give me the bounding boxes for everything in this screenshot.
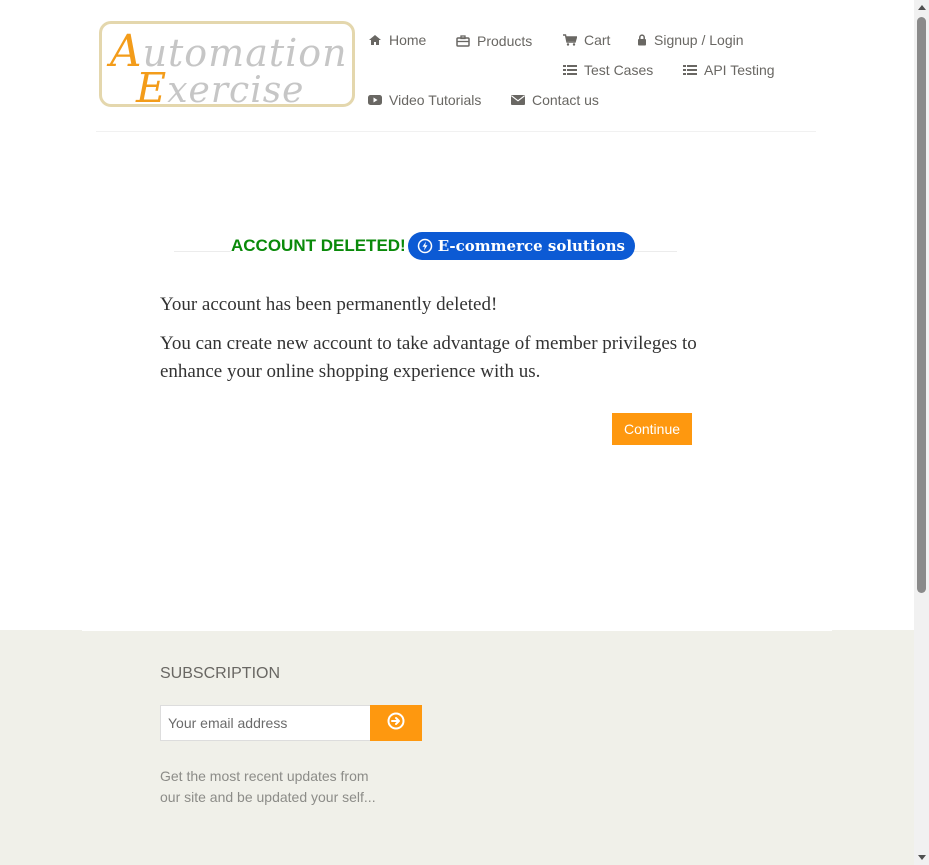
site-header: Automation Exercise Home Products Cart S… <box>0 0 914 133</box>
subscribe-email-input[interactable] <box>160 705 371 741</box>
logo-line-2: Exercise <box>136 64 305 112</box>
nav-signup-login[interactable]: Signup / Login <box>637 32 744 48</box>
subscription-title: SUBSCRIPTION <box>160 665 281 682</box>
list-icon <box>562 64 577 77</box>
scrollbar-thumb[interactable] <box>917 17 926 593</box>
lock-icon <box>637 34 647 47</box>
subscription-description: Get the most recent updates from our sit… <box>160 768 376 805</box>
site-footer: SUBSCRIPTION Get the most recent updates… <box>0 630 914 865</box>
scroll-down-arrow-icon[interactable] <box>914 850 929 865</box>
nav-cart[interactable]: Cart <box>562 32 610 48</box>
footer-divider <box>82 630 832 631</box>
nav-test-cases[interactable]: Test Cases <box>562 62 653 78</box>
arrow-circle-right-icon <box>387 712 405 735</box>
account-deleted-heading: ACCOUNT DELETED! E-commerce solutions <box>231 232 635 260</box>
site-logo[interactable]: Automation Exercise <box>99 21 355 112</box>
youtube-play-icon <box>367 94 382 107</box>
nav-contact-us-label: Contact us <box>532 92 599 108</box>
nav-test-cases-label: Test Cases <box>584 62 654 78</box>
nav-contact-us[interactable]: Contact us <box>510 92 599 108</box>
nav-api-testing[interactable]: API Testing <box>682 62 775 78</box>
nav-home-label: Home <box>389 32 427 48</box>
nav-signup-login-label: Signup / Login <box>654 32 744 48</box>
shopping-cart-icon <box>562 34 577 47</box>
list-icon <box>682 64 697 77</box>
nav-products[interactable]: Products <box>455 33 532 49</box>
envelope-icon <box>510 94 525 107</box>
nav-cart-label: Cart <box>584 32 611 48</box>
nav-home[interactable]: Home <box>367 32 426 48</box>
ecommerce-badge: E-commerce solutions <box>407 232 635 260</box>
home-icon <box>367 34 382 47</box>
create-account-message: You can create new account to take advan… <box>160 333 697 382</box>
nav-video-tutorials-label: Video Tutorials <box>389 92 482 108</box>
nav-products-label: Products <box>477 33 533 49</box>
scroll-up-arrow-icon[interactable] <box>914 0 929 15</box>
header-divider <box>96 131 816 132</box>
continue-button[interactable]: Continue <box>612 413 692 445</box>
page-title: ACCOUNT DELETED! <box>231 236 408 256</box>
nav-api-testing-label: API Testing <box>704 62 775 78</box>
vertical-scrollbar[interactable] <box>914 0 929 865</box>
badge-label: E-commerce solutions <box>437 237 625 255</box>
briefcase-icon <box>455 35 470 48</box>
deleted-message: Your account has been permanently delete… <box>160 294 498 315</box>
nav-video-tutorials[interactable]: Video Tutorials <box>367 92 481 108</box>
bolt-circle-icon <box>417 238 433 254</box>
subscribe-button[interactable] <box>370 705 422 741</box>
